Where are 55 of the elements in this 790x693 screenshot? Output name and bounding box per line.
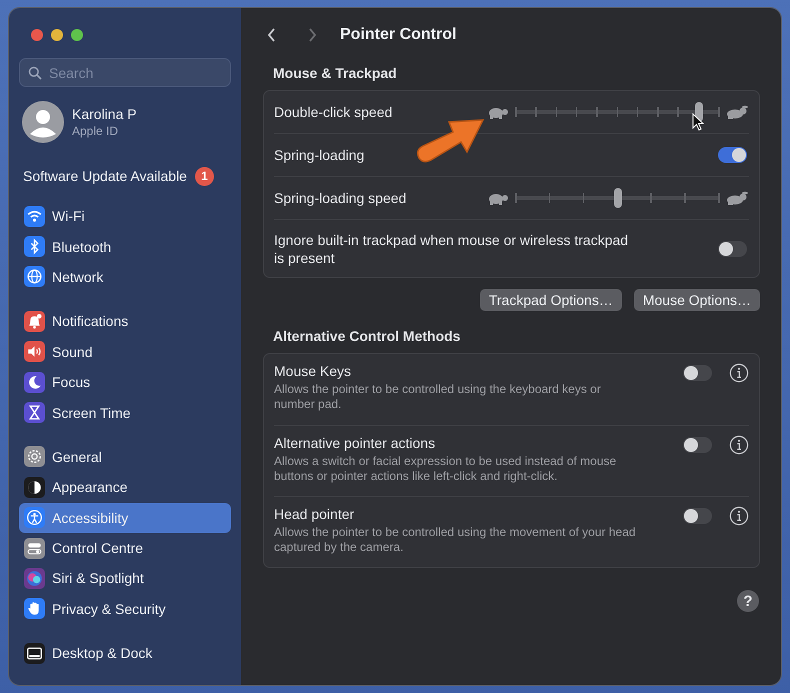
info-icon[interactable]: [729, 506, 749, 526]
sidebar-item[interactable]: Siri & Spotlight: [19, 563, 231, 594]
pointer-icon: [692, 113, 704, 131]
rabbit-icon: [725, 191, 749, 205]
toggle-switch[interactable]: [683, 508, 712, 524]
sidebar-item[interactable]: Screen Time: [19, 397, 231, 428]
window-title: Pointer Control: [340, 26, 456, 44]
sidebar-item[interactable]: Sound: [19, 336, 231, 367]
setting-label: Spring-loading speed: [274, 190, 406, 206]
setting-label: Mouse Keys: [274, 363, 352, 379]
setting-description: Allows the pointer to be controlled using the keyboard keys or number pad.: [274, 382, 602, 412]
toggle-switch[interactable]: [683, 365, 712, 381]
slider-thumb[interactable]: [614, 188, 622, 208]
options-button[interactable]: Mouse Options…: [634, 289, 760, 311]
toggle-switch[interactable]: [718, 147, 747, 163]
account-subtitle: Apple ID: [72, 124, 120, 138]
setting-label: Head pointer: [274, 506, 356, 522]
setting-label: Alternative pointer actions: [274, 435, 436, 451]
search-icon: [28, 66, 42, 80]
avatar-icon[interactable]: [22, 101, 64, 143]
toggle-switch[interactable]: [683, 437, 712, 453]
update-label[interactable]: Software Update Available: [23, 168, 187, 184]
sidebar-item[interactable]: Network: [19, 262, 231, 292]
account-name: Karolina P: [72, 106, 137, 122]
options-button[interactable]: Trackpad Options…: [480, 289, 622, 311]
sidebar-item[interactable]: Focus: [19, 366, 231, 398]
setting-label: Ignore built-in trackpad when mouse or wireless trackpad is present: [274, 230, 630, 268]
close-button[interactable]: [31, 29, 43, 41]
sidebar-item[interactable]: Desktop & Dock: [19, 638, 231, 668]
update-count: 1: [194, 166, 214, 186]
turtle-icon: [486, 191, 510, 205]
turtle-icon: [486, 105, 510, 119]
zoom-button[interactable]: [71, 29, 83, 41]
sidebar-item[interactable]: Privacy & Security: [19, 594, 231, 624]
rabbit-icon: [725, 105, 749, 119]
setting-label: Double-click speed: [274, 104, 392, 120]
setting-description: Allows a switch or facial expression to be used instead of mouse buttons or pointer actions like left-click and right-click.: [274, 454, 618, 484]
sidebar-item[interactable]: Control Centre: [19, 532, 231, 564]
section-title: Mouse & Trackpad: [272, 65, 398, 81]
sidebar-item[interactable]: Notifications: [19, 306, 231, 337]
sidebar-item[interactable]: Bluetooth: [19, 231, 231, 262]
sidebar-item[interactable]: General: [19, 442, 231, 472]
help-button[interactable]: ?: [737, 590, 759, 612]
sidebar-item[interactable]: Wi-Fi: [19, 201, 231, 232]
info-icon[interactable]: [729, 363, 749, 383]
toggle-switch[interactable]: [718, 240, 747, 256]
setting-label: Spring-loading: [274, 146, 366, 165]
minimize-button[interactable]: [51, 29, 63, 41]
sidebar-item[interactable]: Accessibility: [19, 502, 231, 533]
info-icon[interactable]: [729, 435, 749, 455]
section-title: Alternative Control Methods: [272, 328, 462, 344]
search-field[interactable]: Search: [49, 64, 222, 80]
sidebar-item[interactable]: Appearance: [19, 472, 231, 503]
setting-description: Allows the pointer to be controlled using the movement of your head captured by the camera.: [274, 525, 636, 555]
search-field[interactable]: Search: [19, 58, 231, 87]
